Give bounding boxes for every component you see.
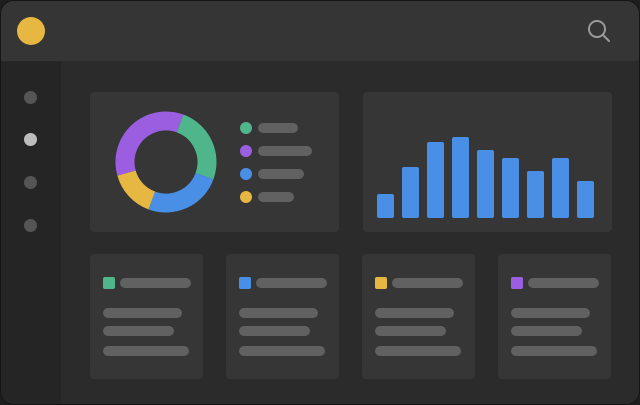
bar-2 bbox=[402, 167, 419, 218]
stat-card-line bbox=[375, 308, 454, 318]
stat-card-color-badge bbox=[103, 277, 115, 289]
bar-8 bbox=[552, 158, 569, 218]
stat-card-2[interactable] bbox=[226, 254, 339, 379]
stat-card-title bbox=[528, 278, 599, 288]
bar-4 bbox=[452, 137, 469, 218]
sidebar bbox=[1, 61, 61, 404]
legend-dot-4 bbox=[240, 191, 252, 203]
search-icon[interactable] bbox=[585, 17, 613, 45]
stat-card-line bbox=[511, 326, 582, 336]
stat-card-4[interactable] bbox=[498, 254, 611, 379]
stat-card-line bbox=[511, 346, 597, 356]
legend-dot-3 bbox=[240, 168, 252, 180]
stat-card-color-badge bbox=[375, 277, 387, 289]
bar-chart-card bbox=[363, 92, 612, 232]
bar-6 bbox=[502, 158, 519, 218]
stat-card-line bbox=[239, 326, 310, 336]
stat-card-line bbox=[511, 308, 590, 318]
top-bar bbox=[1, 1, 639, 61]
stat-card-title bbox=[120, 278, 191, 288]
legend-label-1 bbox=[258, 123, 298, 133]
sidebar-item-2[interactable] bbox=[24, 133, 37, 146]
stat-card-line bbox=[103, 346, 189, 356]
sidebar-item-3[interactable] bbox=[24, 176, 37, 189]
legend-label-4 bbox=[258, 192, 294, 202]
stat-card-title bbox=[256, 278, 327, 288]
legend-dot-2 bbox=[240, 145, 252, 157]
app-window bbox=[0, 0, 640, 405]
bar-9 bbox=[577, 181, 594, 218]
legend-label-3 bbox=[258, 169, 304, 179]
legend-dot-1 bbox=[240, 122, 252, 134]
bar-7 bbox=[527, 171, 544, 218]
stat-card-line bbox=[103, 308, 182, 318]
stat-card-color-badge bbox=[511, 277, 523, 289]
stat-card-line bbox=[375, 346, 461, 356]
legend-label-2 bbox=[258, 146, 312, 156]
stat-card-line bbox=[375, 326, 446, 336]
stat-card-3[interactable] bbox=[362, 254, 475, 379]
bar-1 bbox=[377, 194, 394, 218]
bar-5 bbox=[477, 150, 494, 218]
logo-icon[interactable] bbox=[17, 17, 45, 45]
stat-card-color-badge bbox=[239, 277, 251, 289]
sidebar-item-4[interactable] bbox=[24, 219, 37, 232]
stat-card-line bbox=[239, 346, 325, 356]
bar-chart bbox=[377, 137, 594, 218]
stat-card-1[interactable] bbox=[90, 254, 203, 379]
sidebar-item-1[interactable] bbox=[24, 91, 37, 104]
donut-chart bbox=[115, 111, 217, 213]
donut-card bbox=[90, 92, 339, 232]
stat-card-title bbox=[392, 278, 463, 288]
stat-card-line bbox=[103, 326, 174, 336]
bar-3 bbox=[427, 142, 444, 218]
stat-card-line bbox=[239, 308, 318, 318]
